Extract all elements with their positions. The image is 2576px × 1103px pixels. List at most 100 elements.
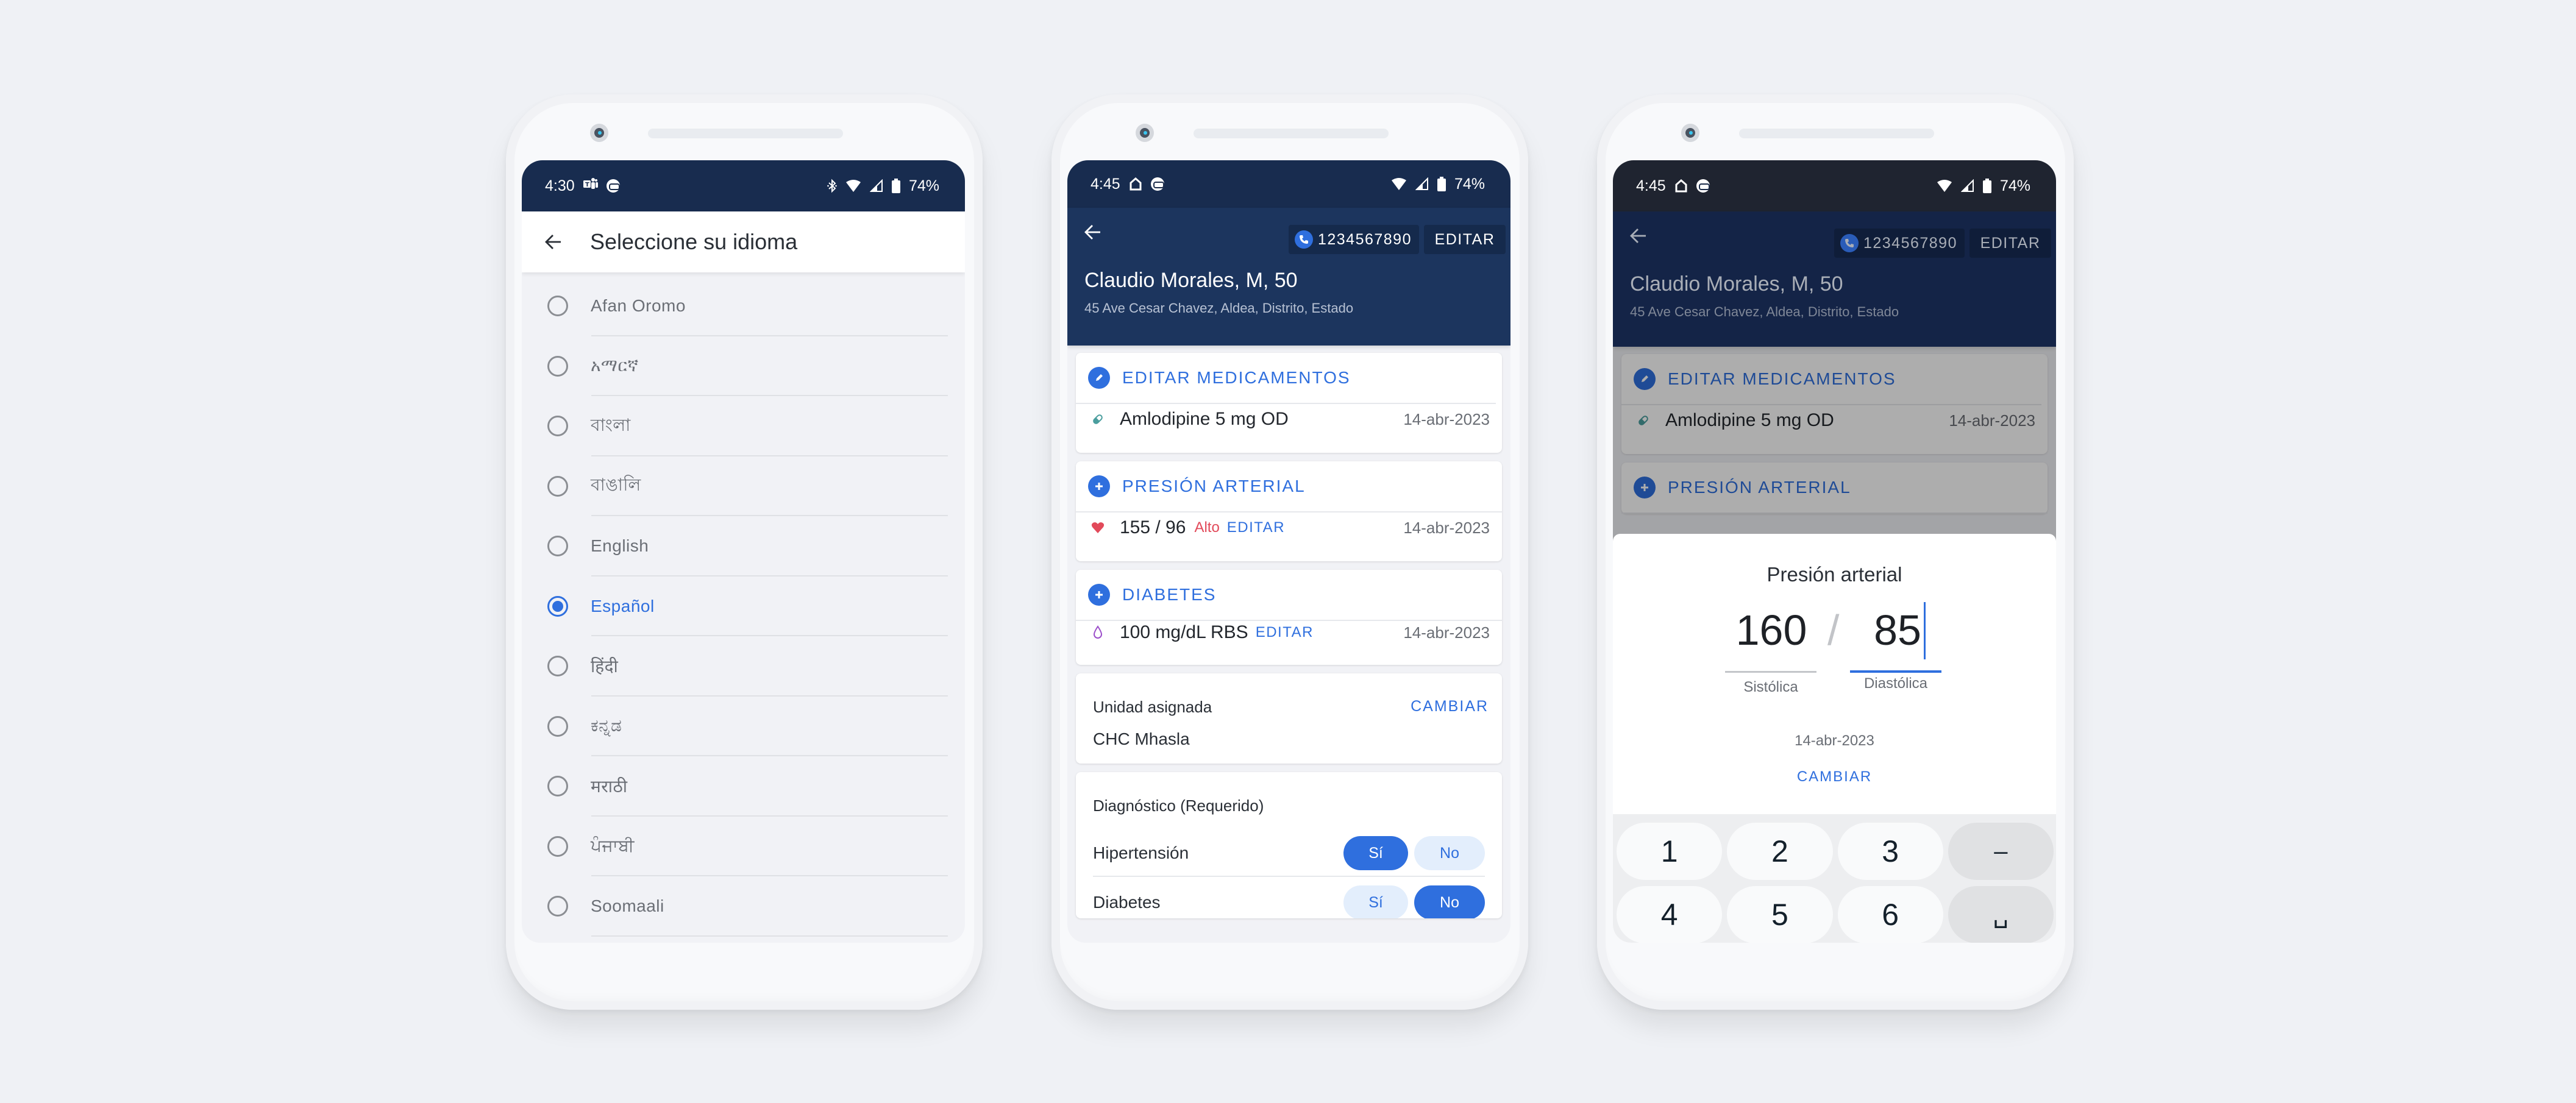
key-4[interactable]: 4: [1617, 886, 1723, 943]
hypertension-yes-button[interactable]: Sí: [1343, 836, 1408, 870]
battery-percent: 74%: [1454, 175, 1485, 193]
language-option[interactable]: हिंदी: [522, 636, 965, 697]
key-3[interactable]: 3: [1837, 823, 1943, 880]
language-label: বাংলা: [591, 415, 631, 434]
add-blood-sugar-button[interactable]: DIABETES: [1076, 570, 1502, 621]
voicemail-icon: [1150, 177, 1164, 191]
medication-date: 14-abr-2023: [1403, 410, 1490, 428]
radio-unchecked-icon[interactable]: [547, 656, 568, 677]
screen: 4:45 74% 1234567890 EDITAR Claudio Moral…: [1613, 160, 2056, 943]
phone-icon: [1840, 234, 1859, 252]
facility-name: CHC Mhasla: [1093, 729, 1190, 748]
arrow-back-icon[interactable]: [1081, 220, 1105, 244]
heart-icon: [1089, 522, 1106, 534]
radio-unchecked-icon[interactable]: [547, 355, 568, 377]
reading-date: 14-abr-2023: [1795, 732, 1874, 749]
radio-unchecked-icon[interactable]: [547, 715, 568, 737]
battery-percent: 74%: [1999, 177, 2030, 194]
battery-icon: [1982, 179, 1991, 193]
speaker-grille: [1739, 129, 1934, 138]
key-6[interactable]: 6: [1837, 886, 1943, 943]
systolic-label: Sistólica: [1743, 679, 1798, 695]
blood-pressure-row: 155 / 96 Alto EDITAR 14-abr-2023: [1076, 512, 1502, 561]
diabetes-no-button[interactable]: No: [1414, 885, 1485, 918]
speaker-grille: [648, 129, 843, 138]
radio-unchecked-icon[interactable]: [547, 835, 568, 857]
language-option[interactable]: Soomaali: [522, 876, 965, 937]
language-option[interactable]: English: [522, 516, 965, 576]
edit-blood-pressure-link[interactable]: EDITAR: [1227, 519, 1285, 536]
language-label: Soomaali: [591, 896, 664, 916]
sheet-title: Presión arterial: [1767, 563, 1902, 586]
key-2[interactable]: 2: [1727, 823, 1833, 880]
language-label: ಕನ್ನಡ: [591, 716, 622, 736]
language-option[interactable]: বাংলা: [522, 396, 965, 456]
language-option[interactable]: አማርኛ: [522, 336, 965, 397]
patient-header: 1234567890 EDITAR Claudio Morales, M, 50…: [1067, 208, 1510, 346]
voicemail-icon: [606, 179, 620, 193]
arrow-back-icon[interactable]: [541, 230, 566, 254]
radio-unchecked-icon[interactable]: [547, 475, 568, 497]
call-patient-button[interactable]: 1234567890: [1834, 229, 1965, 258]
medication-name: Amlodipine 5 mg OD: [1120, 409, 1289, 429]
status-time: 4:45: [1636, 177, 1666, 194]
teams-icon: T: [583, 177, 598, 194]
diabetes-yes-button[interactable]: Sí: [1343, 885, 1408, 918]
camera-icon: [590, 124, 608, 142]
signal-icon: [1960, 179, 1974, 193]
pill-icon: [1089, 413, 1106, 426]
call-patient-button[interactable]: 1234567890: [1288, 225, 1419, 254]
radio-unchecked-icon[interactable]: [547, 896, 568, 917]
screen: 4:45 74% 1234567890 EDITAR Claudio Moral…: [1067, 160, 1510, 943]
diagnosis-label: Diabetes: [1093, 893, 1161, 912]
language-label: हिंदी: [591, 657, 619, 676]
key-5[interactable]: 5: [1727, 886, 1833, 943]
phone-number: 1234567890: [1317, 230, 1412, 248]
edit-medications-button[interactable]: EDITAR MEDICAMENTOS: [1076, 353, 1496, 404]
edit-patient-button[interactable]: EDITAR: [1969, 229, 2051, 258]
radio-checked-icon[interactable]: [547, 595, 568, 617]
systolic-input[interactable]: 160: [1726, 606, 1817, 654]
wifi-icon: [1391, 177, 1407, 191]
hypertension-no-button[interactable]: No: [1414, 836, 1485, 870]
radio-unchecked-icon[interactable]: [547, 536, 568, 557]
blood-pressure-value: 155 / 96: [1120, 517, 1186, 537]
arrow-back-icon[interactable]: [1626, 224, 1651, 248]
key-minus[interactable]: –: [1948, 823, 2054, 880]
radio-unchecked-icon[interactable]: [547, 296, 568, 317]
language-option[interactable]: ਪੰਜਾਬੀ: [522, 817, 965, 877]
language-label: मराठी: [591, 777, 628, 796]
diagnosis-label: Hipertensión: [1093, 843, 1189, 862]
patient-name: Claudio Morales, M, 50: [1084, 269, 1298, 292]
language-label: English: [591, 536, 649, 556]
change-date-button[interactable]: CAMBIAR: [1613, 768, 2056, 786]
change-facility-button[interactable]: CAMBIAR: [1411, 698, 1489, 715]
edit-patient-button[interactable]: EDITAR: [1424, 225, 1506, 254]
page-title: Seleccione su idioma: [590, 229, 798, 254]
key-1[interactable]: 1: [1617, 823, 1723, 880]
signal-icon: [869, 179, 883, 193]
language-option[interactable]: मराठी: [522, 756, 965, 817]
language-option[interactable]: Español: [522, 576, 965, 637]
medication-row: Amlodipine 5 mg OD 14-abr-2023: [1076, 404, 1502, 453]
wifi-icon: [1937, 179, 1952, 193]
diastolic-input[interactable]: 85: [1852, 606, 1943, 654]
language-option[interactable]: বাঙালি: [522, 456, 965, 517]
patient-name: Claudio Morales, M, 50: [1630, 272, 1843, 296]
plus-icon: [1088, 475, 1110, 497]
blood-pressure-date: 14-abr-2023: [1403, 518, 1490, 537]
add-blood-pressure-button[interactable]: PRESIÓN ARTERIAL: [1076, 461, 1502, 512]
phone-blood-pressure-entry: 4:45 74% 1234567890 EDITAR Claudio Moral…: [1597, 94, 2074, 1010]
radio-unchecked-icon[interactable]: [547, 416, 568, 437]
language-option[interactable]: ಕನ್ನಡ: [522, 697, 965, 757]
battery-percent: 74%: [908, 177, 939, 194]
language-label: বাঙালি: [591, 475, 641, 495]
patient-address: 45 Ave Cesar Chavez, Aldea, Distrito, Es…: [1630, 304, 1899, 319]
drop-icon: [1089, 625, 1106, 640]
patient-address: 45 Ave Cesar Chavez, Aldea, Distrito, Es…: [1084, 300, 1354, 316]
key-space[interactable]: ␣: [1948, 886, 2054, 943]
radio-unchecked-icon[interactable]: [547, 776, 568, 797]
edit-blood-sugar-link[interactable]: EDITAR: [1256, 624, 1314, 641]
language-label: አማርኛ: [591, 356, 639, 375]
language-option[interactable]: Afan Oromo: [522, 276, 965, 336]
